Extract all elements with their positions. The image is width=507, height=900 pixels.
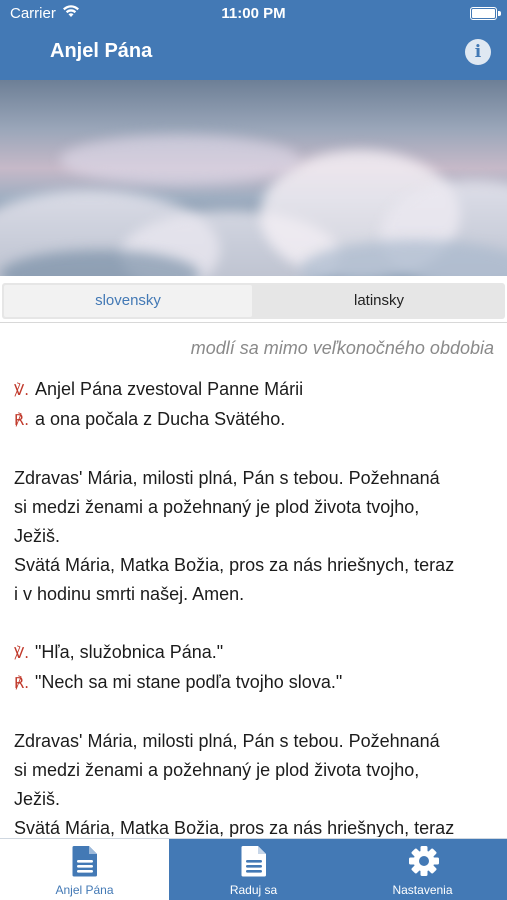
gear-icon [408,845,439,877]
prayer-line: Zdravas' Mária, milosti plná, Pán s tebo… [14,731,440,751]
tab-nastavenia[interactable]: Nastavenia [338,839,507,900]
segment-slovensky[interactable]: slovensky [4,285,252,317]
page-title: Anjel Pána [50,40,153,62]
versicle-text: "Hľa, služobnica Pána." [35,642,224,662]
tab-anjel-pana[interactable]: Anjel Pána [0,839,169,900]
response-symbol: ℟. [14,674,30,692]
prayer-line: Svätá Mária, Matka Božia, pros za nás hr… [14,818,455,837]
prayer-line: Ježiš. [14,789,61,809]
prayer-line: Ježiš. [14,526,61,546]
battery-icon [470,7,501,20]
response-line: ℟. "Nech sa mi stane podľa tvojho slova." [14,668,498,698]
language-segmented-control: slovensky latinsky [2,283,505,319]
tab-bar: Anjel Pána Raduj sa Nastavenia [0,838,507,900]
tab-raduj-sa[interactable]: Raduj sa [169,839,338,900]
prayer-line: si medzi ženami a požehnaný je plod živo… [14,760,420,780]
status-time: 11:00 PM [221,5,286,22]
prayer-text: ℣. Anjel Pána zvestoval Panne Márii ℟. a o… [14,375,498,837]
response-line: ℟. a ona počala z Ducha Svätého. [14,405,498,435]
info-icon: i [474,42,482,62]
top-bar: Carrier 11:00 PM Anjel Pána i [0,0,507,80]
tab-label: Nastavenia [392,883,453,897]
prayer-line: i v hodinu smrti našej. Amen. [14,584,245,604]
info-button[interactable]: i [465,39,491,65]
versicle-line: ℣. "Hľa, služobnica Pána." [14,638,498,668]
response-text: a ona počala z Ducha Svätého. [35,409,286,429]
response-symbol: ℟. [14,411,30,429]
versicle-text: Anjel Pána zvestoval Panne Márii [35,379,304,399]
prayer-line: si medzi ženami a požehnaný je plod živo… [14,497,420,517]
season-note: modlí sa mimo veľkonočného obdobia [190,338,494,358]
prayer-line: Zdravas' Mária, milosti plná, Pán s tebo… [14,468,440,488]
versicle-line: ℣. Anjel Pána zvestoval Panne Márii [14,375,498,405]
segment-latinsky[interactable]: latinsky [255,285,503,317]
divider [0,322,507,323]
versicle-symbol: ℣. [14,381,30,399]
header-image-clouds [0,80,507,276]
status-bar: Carrier 11:00 PM [0,0,507,28]
tab-label: Raduj sa [229,883,278,897]
versicle-symbol: ℣. [14,644,30,662]
tab-label: Anjel Pána [55,883,114,897]
prayer-line: Svätá Mária, Matka Božia, pros za nás hr… [14,555,455,575]
document-icon [70,845,100,877]
response-text: "Nech sa mi stane podľa tvojho slova." [35,672,343,692]
document-icon [239,845,269,877]
